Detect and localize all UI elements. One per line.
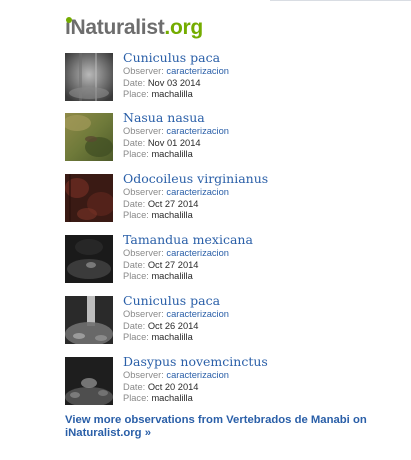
observation-item: Dasypus novemcinctus Observer: caracteri… (65, 354, 395, 415)
place-label: Place: (123, 393, 149, 403)
observation-item: Nasua nasua Observer: caracterizacion Da… (65, 110, 395, 171)
species-link[interactable]: Odocoileus virginianus (123, 171, 268, 187)
logo-naturalist: Naturalist (70, 16, 165, 39)
observer-label: Observer: (123, 309, 164, 319)
observation-photo[interactable] (65, 53, 113, 101)
logo-i: i (65, 16, 72, 39)
date-value: Nov 03 2014 (147, 77, 201, 88)
top-divider (270, 0, 411, 1)
observer-label: Observer: (123, 126, 164, 136)
observer-link[interactable]: caracterizacion (166, 66, 229, 76)
place-label: Place: (123, 149, 149, 159)
place-value: machalilla (151, 149, 193, 159)
observer-link[interactable]: caracterizacion (166, 370, 229, 380)
place-value: machalilla (151, 332, 193, 342)
observation-item: Tamandua mexicana Observer: caracterizac… (65, 232, 395, 293)
observer-link[interactable]: caracterizacion (166, 309, 229, 319)
logo-org: .org (164, 16, 203, 39)
place-label: Place: (123, 89, 149, 99)
date-value: Nov 01 2014 (147, 137, 201, 148)
observation-item: Cuniculus paca Observer: caracterizacion… (65, 293, 395, 354)
observation-photo[interactable] (65, 174, 113, 222)
observation-item: Cuniculus paca Observer: caracterizacion… (65, 50, 395, 111)
place-label: Place: (123, 210, 149, 220)
place-value: machalilla (151, 210, 193, 220)
date-value: Oct 27 2014 (147, 198, 199, 209)
observer-label: Observer: (123, 66, 164, 76)
date-label: Date: (123, 320, 146, 331)
observation-photo[interactable] (65, 357, 113, 405)
date-label: Date: (123, 198, 146, 209)
place-value: machalilla (151, 393, 193, 403)
observer-label: Observer: (123, 187, 164, 197)
observer-label: Observer: (123, 370, 164, 380)
observer-link[interactable]: caracterizacion (166, 126, 229, 136)
species-link[interactable]: Cuniculus paca (123, 50, 229, 66)
observer-link[interactable]: caracterizacion (166, 187, 229, 197)
observer-link[interactable]: caracterizacion (166, 248, 229, 258)
date-value: Oct 20 2014 (147, 381, 199, 392)
date-label: Date: (123, 259, 146, 270)
date-value: Oct 26 2014 (147, 320, 199, 331)
inaturalist-logo[interactable]: iNaturalist.org (65, 14, 203, 42)
species-link[interactable]: Nasua nasua (123, 110, 229, 126)
observation-item: Odocoileus virginianus Observer: caracte… (65, 171, 395, 232)
place-value: machalilla (151, 271, 193, 281)
date-label: Date: (123, 381, 146, 392)
observation-photo[interactable] (65, 113, 113, 161)
place-value: machalilla (151, 89, 193, 99)
place-label: Place: (123, 332, 149, 342)
date-label: Date: (123, 77, 146, 88)
place-label: Place: (123, 271, 149, 281)
date-label: Date: (123, 137, 146, 148)
view-more-link[interactable]: View more observations from Vertebrados … (65, 414, 395, 440)
species-link[interactable]: Tamandua mexicana (123, 232, 253, 248)
date-value: Oct 27 2014 (147, 259, 199, 270)
observation-photo[interactable] (65, 235, 113, 283)
species-link[interactable]: Cuniculus paca (123, 293, 229, 309)
species-link[interactable]: Dasypus novemcinctus (123, 354, 268, 370)
observer-label: Observer: (123, 248, 164, 258)
observation-photo[interactable] (65, 296, 113, 344)
